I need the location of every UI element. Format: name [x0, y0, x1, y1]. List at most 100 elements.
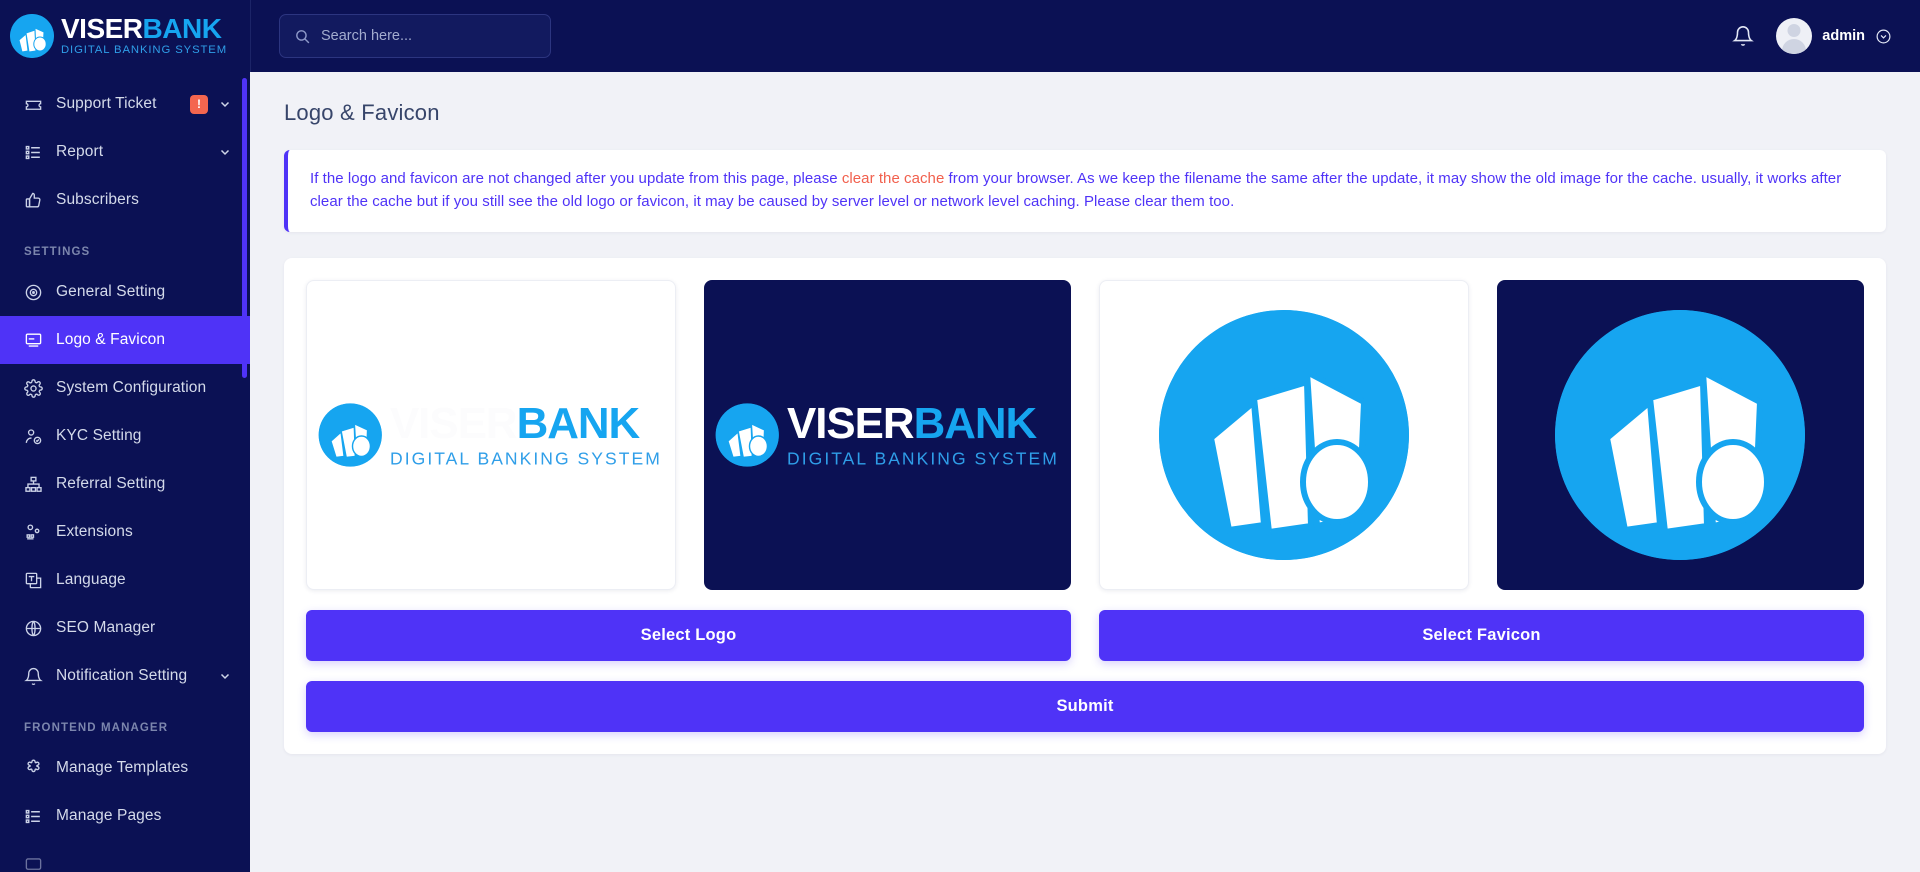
user-check-icon [22, 425, 44, 447]
previews-row: VISERBANK DIGITAL BANKING SYSTEM VISERBA… [306, 279, 1864, 661]
logo-preview-pair: VISERBANK DIGITAL BANKING SYSTEM VISERBA… [306, 279, 1071, 590]
template-puzzle-icon [22, 757, 44, 779]
viserbank-coins-circle-icon [319, 403, 383, 467]
sidebar-scrollbar[interactable] [242, 78, 247, 858]
submit-button[interactable]: Submit [306, 680, 1864, 732]
sidebar-item-report[interactable]: Report [0, 128, 250, 176]
favicon-image-light [1158, 309, 1409, 560]
brand-name-accent: BANK [142, 13, 222, 45]
support-ticket-badge: ! [190, 94, 208, 114]
ticket-icon [22, 93, 44, 115]
sidebar-item-kyc-setting[interactable]: KYC Setting [0, 412, 250, 460]
sidebar-scrollbar-thumb[interactable] [242, 78, 247, 378]
page-content: Logo & Favicon If the logo and favicon a… [250, 72, 1920, 872]
brand-logo-text: VISERBANK DIGITAL BANKING SYSTEM [61, 15, 227, 56]
globe-icon [22, 617, 44, 639]
sidebar-item-label: General Setting [56, 283, 166, 300]
sidebar-item-label: Referral Setting [56, 475, 166, 492]
sidebar-section-settings: SETTINGS [24, 246, 91, 258]
sidebar-item-support-ticket[interactable]: Support Ticket ! [0, 80, 250, 128]
brand-tagline: DIGITAL BANKING SYSTEM [61, 44, 228, 57]
pages-list-icon [22, 805, 44, 827]
sidebar-item-subscribers[interactable]: Subscribers [0, 176, 250, 224]
search-icon [294, 28, 311, 45]
puzzle-nodes-icon [22, 521, 44, 543]
chevron-down-icon[interactable] [218, 98, 232, 110]
sidebar-item-extensions[interactable]: Extensions [0, 508, 250, 556]
sidebar-item-logo-favicon[interactable]: Logo & Favicon [0, 316, 250, 364]
sidebar-item-partial[interactable] [0, 840, 250, 872]
topbar: admin [250, 0, 1920, 72]
sidebar-item-manage-templates[interactable]: Manage Templates [0, 744, 250, 792]
sidebar-item-seo-manager[interactable]: SEO Manager [0, 604, 250, 652]
sidebar-item-label: Subscribers [56, 191, 139, 208]
logo-preview-dark[interactable]: VISERBANK DIGITAL BANKING SYSTEM [703, 279, 1071, 590]
logo-word-accent: BANK [913, 398, 1038, 448]
select-logo-button[interactable]: Select Logo [306, 609, 1071, 661]
sidebar-item-label: Extensions [56, 523, 133, 540]
main-area: admin Logo & Favicon If the logo and fav… [250, 0, 1920, 872]
card-icon [22, 853, 44, 872]
sidebar-item-label: Language [56, 571, 126, 588]
topbar-right: admin [1732, 18, 1892, 54]
sidebar-item-system-configuration[interactable]: System Configuration [0, 364, 250, 412]
sidebar-item-label: KYC Setting [56, 427, 142, 444]
sidebar-item-label: Notification Setting [56, 667, 188, 684]
brand-name-primary: VISER [61, 13, 143, 45]
cache-notice-alert: If the logo and favicon are not changed … [284, 150, 1886, 232]
language-icon [22, 569, 44, 591]
alert-highlight: clear the cache [841, 170, 945, 187]
logo-favicon-panel: VISERBANK DIGITAL BANKING SYSTEM VISERBA… [284, 257, 1886, 754]
sidebar-section-frontend-manager: FRONTEND MANAGER [24, 722, 169, 734]
sidebar-item-label: Report [56, 143, 104, 160]
sidebar-item-label: SEO Manager [56, 619, 156, 636]
logo-word-primary: VISER [390, 398, 519, 448]
user-avatar-icon [1776, 18, 1813, 54]
user-menu[interactable]: admin [1776, 18, 1892, 54]
sidebar-brand-logo[interactable]: VISERBANK DIGITAL BANKING SYSTEM [0, 0, 250, 72]
select-favicon-button[interactable]: Select Favicon [1099, 609, 1864, 661]
logo-tagline: DIGITAL BANKING SYSTEM [787, 447, 1059, 469]
sidebar-item-manage-pages[interactable]: Manage Pages [0, 792, 250, 840]
favicon-column: Select Favicon [1099, 279, 1864, 661]
favicon-preview-pair [1099, 279, 1864, 590]
logo-word-accent: BANK [517, 398, 641, 448]
logo-preview-light[interactable]: VISERBANK DIGITAL BANKING SYSTEM [306, 279, 676, 590]
logo-image-dark: VISERBANK DIGITAL BANKING SYSTEM [715, 398, 1059, 469]
logo-image-light: VISERBANK DIGITAL BANKING SYSTEM [319, 402, 662, 467]
chevron-down-icon[interactable] [218, 670, 232, 682]
sidebar-item-general-setting[interactable]: General Setting [0, 268, 250, 316]
page-title: Logo & Favicon [284, 100, 440, 125]
sidebar-item-label: Manage Templates [56, 759, 189, 776]
sidebar-item-notification-setting[interactable]: Notification Setting [0, 652, 250, 700]
viserbank-coins-circle-icon [715, 403, 779, 467]
alert-text: If the logo and favicon are not changed … [310, 167, 1864, 214]
sidebar-item-label: Manage Pages [56, 807, 162, 824]
brand-logo-icon [10, 14, 54, 58]
sidebar-item-label: System Configuration [56, 379, 207, 396]
chevron-down-circle-icon[interactable] [1875, 28, 1892, 45]
sidebar-nav: Support Ticket ! Report Subscribers SETT… [0, 72, 250, 872]
bell-icon[interactable] [1732, 25, 1755, 47]
alert-part1: If the logo and favicon are not changed … [310, 170, 842, 187]
list-report-icon [22, 141, 44, 163]
logo-word-primary: VISER [787, 398, 915, 448]
sitemap-icon [22, 473, 44, 495]
sidebar-item-label: Logo & Favicon [56, 331, 166, 348]
user-name: admin [1822, 28, 1865, 44]
favicon-preview-light[interactable] [1099, 279, 1469, 590]
app-root: VISERBANK DIGITAL BANKING SYSTEM Support… [0, 0, 1920, 872]
logo-tagline: DIGITAL BANKING SYSTEM [390, 447, 663, 469]
search-box[interactable] [279, 14, 551, 58]
chevron-down-icon[interactable] [218, 146, 232, 158]
sidebar: VISERBANK DIGITAL BANKING SYSTEM Support… [0, 0, 250, 872]
sidebar-item-referral-setting[interactable]: Referral Setting [0, 460, 250, 508]
gear-icon [22, 377, 44, 399]
thumbs-up-icon [22, 189, 44, 211]
bell-icon [22, 665, 44, 687]
logo-column: VISERBANK DIGITAL BANKING SYSTEM VISERBA… [306, 279, 1071, 661]
sidebar-item-language[interactable]: Language [0, 556, 250, 604]
favicon-preview-dark[interactable] [1496, 279, 1864, 590]
search-input[interactable] [321, 28, 536, 44]
target-icon [22, 281, 44, 303]
